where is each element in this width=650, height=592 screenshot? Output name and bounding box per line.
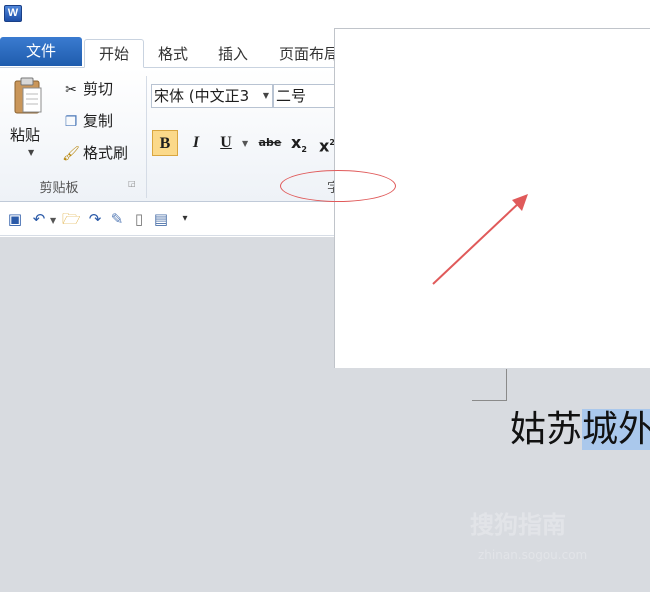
tab-insert[interactable]: 插入 <box>218 40 248 68</box>
subscript-button[interactable]: x2 <box>288 131 310 155</box>
italic-button[interactable]: I <box>186 131 206 155</box>
open-folder-icon[interactable]: 🗁 <box>62 209 81 229</box>
new-document-icon[interactable]: ▯ <box>130 209 148 229</box>
cut-button[interactable]: ✂ 剪切 <box>62 78 113 100</box>
font-name-dropdown[interactable]: 宋体 (中文正3 ▼ <box>151 84 273 108</box>
document-page[interactable] <box>334 28 650 368</box>
margin-corner-mark <box>472 369 507 401</box>
watermark-url: zhinan.sogou.com <box>478 548 588 562</box>
save-icon[interactable]: ▣ <box>6 209 24 229</box>
clipboard-group-label: 剪贴板 <box>39 181 79 196</box>
clipboard-icon <box>14 77 42 114</box>
subscript-label: x <box>291 133 302 152</box>
word-app-icon[interactable]: W <box>4 5 22 22</box>
tab-format[interactable]: 格式 <box>158 40 188 68</box>
paintbrush-icon: 🖌 <box>62 146 80 162</box>
chevron-down-icon: ▼ <box>262 91 269 100</box>
paste-button[interactable]: 粘贴 ▼ <box>10 74 50 170</box>
redo-icon[interactable]: ↷ <box>86 209 104 229</box>
customize-toolbar-icon[interactable]: ▾ <box>176 209 194 229</box>
document-text-selected: 城外 <box>582 409 650 450</box>
chevron-down-icon: ▼ <box>242 139 249 148</box>
bold-button[interactable]: B <box>152 130 178 156</box>
paste-label: 粘贴 <box>10 126 41 144</box>
clipboard-dialog-launcher-icon[interactable]: ◲ <box>128 179 138 189</box>
group-separator <box>146 76 147 198</box>
annotation-ellipse <box>280 170 396 202</box>
scissors-icon: ✂ <box>65 82 77 98</box>
print-preview-icon[interactable]: ▤ <box>152 209 170 229</box>
document-text[interactable]: 姑苏城外 <box>510 405 650 455</box>
edit-icon[interactable]: ✎ <box>108 209 126 229</box>
copy-icon: ❐ <box>64 114 78 130</box>
document-text-plain: 姑苏 <box>510 409 583 450</box>
tab-file[interactable]: 文件 <box>0 37 82 66</box>
copy-label: 复制 <box>83 112 114 130</box>
strikethrough-button[interactable]: abe <box>256 131 284 155</box>
format-painter-button[interactable]: 🖌 格式刷 <box>62 142 128 164</box>
tab-page-layout[interactable]: 页面布局 <box>279 40 339 68</box>
undo-icon[interactable]: ↶ <box>30 209 48 229</box>
chevron-down-icon: ▼ <box>28 148 35 157</box>
underline-button[interactable]: U <box>216 131 236 155</box>
tab-home[interactable]: 开始 <box>84 39 144 68</box>
format-painter-label: 格式刷 <box>83 144 129 162</box>
cut-label: 剪切 <box>83 80 114 98</box>
superscript-label: x <box>319 136 330 156</box>
copy-button[interactable]: ❐ 复制 <box>62 110 113 132</box>
font-name-value: 宋体 (中文正3 <box>154 87 250 105</box>
watermark: 搜狗指南 <box>470 511 566 539</box>
font-size-value: 二号 <box>276 87 307 105</box>
chevron-down-icon: ▼ <box>50 216 57 225</box>
